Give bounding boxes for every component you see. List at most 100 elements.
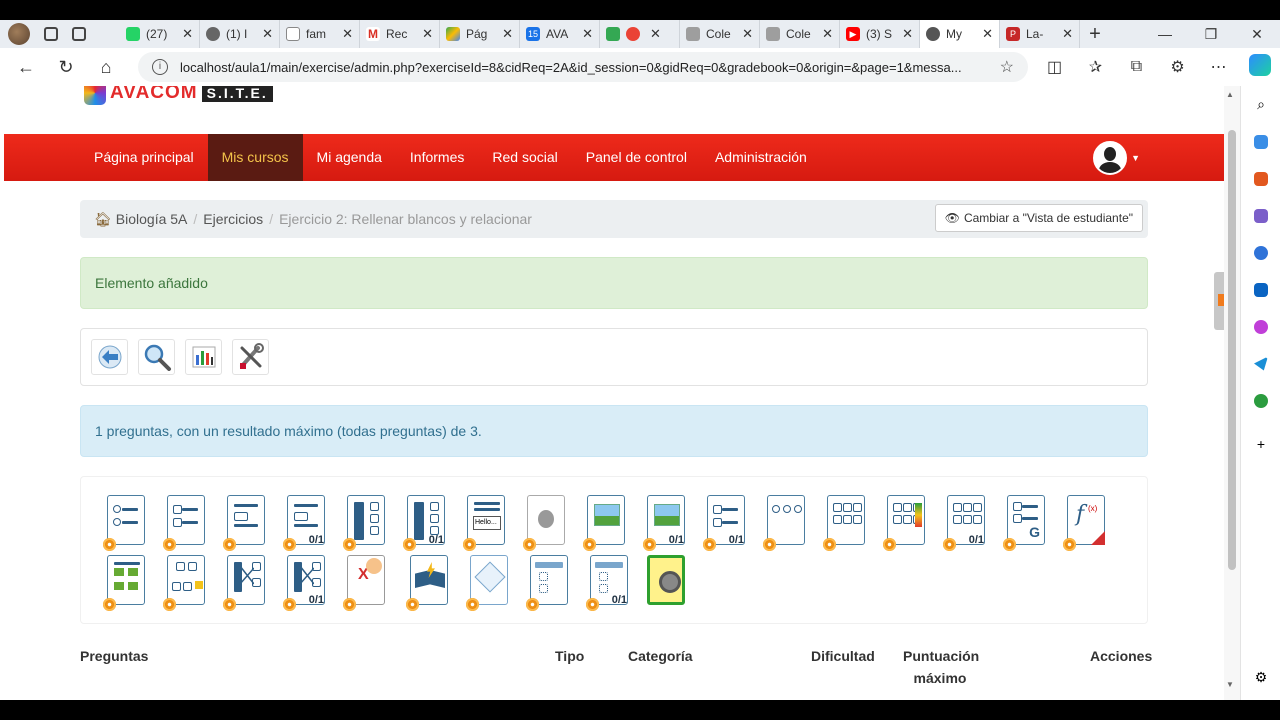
unique-answer-no-option-icon[interactable] [763, 495, 807, 551]
settings-button[interactable] [232, 339, 269, 375]
browser-tab[interactable]: M Rec ✕ [360, 20, 440, 48]
site-logo[interactable]: AVACOM S.I.T.E. [84, 86, 273, 106]
close-icon[interactable]: ✕ [342, 26, 353, 42]
close-icon[interactable]: ✕ [502, 26, 513, 42]
browser-tab[interactable]: ✕ [600, 20, 680, 48]
close-icon[interactable]: ✕ [182, 26, 193, 42]
unique-answer-icon[interactable] [103, 495, 147, 551]
fill-blanks-icon[interactable] [223, 495, 267, 551]
exact-answer-icon[interactable]: 0/1 [703, 495, 747, 551]
browser-tab[interactable]: fam ✕ [280, 20, 360, 48]
upload-answer-icon[interactable] [466, 555, 510, 611]
ordering-icon[interactable] [103, 555, 147, 611]
oral-expression-icon[interactable] [523, 495, 567, 551]
shopping-tag-icon[interactable] [1241, 123, 1280, 160]
copilot-app-icon[interactable] [1241, 234, 1280, 271]
nav-item-agenda[interactable]: Mi agenda [303, 134, 396, 181]
browser-tab[interactable]: (27) ✕ [120, 20, 200, 48]
home-icon[interactable]: 🏠︎ [94, 211, 112, 228]
annotation-icon[interactable]: X [343, 555, 387, 611]
nav-item-home[interactable]: Página principal [80, 134, 208, 181]
close-window-icon[interactable]: ✕ [1234, 20, 1280, 48]
url-field[interactable]: i localhost/aula1/main/exercise/admin.ph… [138, 52, 1028, 82]
profile-avatar[interactable] [8, 23, 30, 45]
global-multiple-answer-icon[interactable]: G [1003, 495, 1047, 551]
calculated-answer-icon[interactable]: f (x) [1063, 495, 1107, 551]
split-screen-icon[interactable]: ◫ [1034, 57, 1075, 77]
degree-certainty-icon[interactable] [883, 495, 927, 551]
browser-tab[interactable]: ▶ (3) S ✕ [840, 20, 920, 48]
close-icon[interactable]: ✕ [902, 26, 913, 42]
side-tab-handle[interactable] [1214, 272, 1224, 330]
toolbox-icon[interactable] [1241, 160, 1280, 197]
more-menu-icon[interactable]: ⋯ [1198, 57, 1239, 77]
back-button[interactable] [91, 339, 128, 375]
user-avatar-icon[interactable] [1093, 141, 1128, 175]
image-zones-score-icon[interactable]: 0/1 [643, 495, 687, 551]
multiple-true-false-icon[interactable] [823, 495, 867, 551]
new-tab-icon[interactable]: + [1080, 23, 1110, 46]
matching-score-icon[interactable]: 0/1 [403, 495, 447, 551]
fill-blanks-score-icon[interactable]: 0/1 [283, 495, 327, 551]
scrollbar-thumb[interactable] [1228, 130, 1236, 570]
close-icon[interactable]: ✕ [982, 26, 993, 42]
nav-item-my-courses[interactable]: Mis cursos [207, 134, 303, 181]
matching-draggable-icon[interactable] [223, 555, 267, 611]
student-view-button[interactable]: 👁︎ Cambiar a "Vista de estudiante" [934, 204, 1143, 232]
scroll-down-icon[interactable]: ▼ [1226, 680, 1234, 689]
multiple-answer-dropdown-score-icon[interactable]: 0/1 [586, 555, 630, 611]
reading-comprehension-icon[interactable] [406, 555, 450, 611]
browser-tab[interactable]: Pág ✕ [440, 20, 520, 48]
matching-draggable-score-icon[interactable]: 0/1 [283, 555, 327, 611]
collections-icon[interactable]: ⧉ [1116, 58, 1157, 76]
nav-item-control-panel[interactable]: Panel de control [572, 134, 701, 181]
browser-tab-active[interactable]: My ✕ [920, 20, 1000, 48]
nav-item-administration[interactable]: Administración [701, 134, 821, 181]
results-button[interactable] [185, 339, 222, 375]
close-icon[interactable]: ✕ [742, 26, 753, 42]
close-icon[interactable]: ✕ [1062, 26, 1073, 42]
browser-tab[interactable]: Cole ✕ [680, 20, 760, 48]
back-arrow-icon[interactable]: ← [6, 57, 46, 78]
add-icon[interactable]: + [1241, 425, 1280, 462]
close-icon[interactable]: ✕ [822, 26, 833, 42]
browser-tab[interactable]: Cole ✕ [760, 20, 840, 48]
close-icon[interactable]: ✕ [262, 26, 273, 42]
tab-actions-icon[interactable] [72, 27, 86, 41]
image-zones-icon[interactable] [583, 495, 627, 551]
close-icon[interactable]: ✕ [650, 26, 661, 42]
user-menu[interactable]: ▼ [1093, 141, 1140, 175]
nav-item-reports[interactable]: Informes [396, 134, 478, 181]
close-icon[interactable]: ✕ [582, 26, 593, 42]
outlook-icon[interactable] [1241, 271, 1280, 308]
copilot-icon[interactable] [1239, 53, 1280, 81]
restore-icon[interactable]: ❐ [1188, 20, 1234, 48]
browser-tab[interactable]: 15 AVA ✕ [520, 20, 600, 48]
search-icon[interactable]: ⌕ [1241, 86, 1280, 123]
favorites-icon[interactable]: ✰ [1075, 57, 1116, 77]
multiple-answer-icon[interactable] [163, 495, 207, 551]
games-icon[interactable] [1241, 197, 1280, 234]
breadcrumb-exercises[interactable]: Ejercicios [203, 211, 263, 227]
home-icon[interactable]: ⌂ [86, 57, 126, 78]
breadcrumb-course[interactable]: Biología 5A [116, 211, 188, 227]
scroll-up-icon[interactable]: ▲ [1226, 90, 1234, 99]
workspaces-icon[interactable] [44, 27, 58, 41]
nav-item-social[interactable]: Red social [478, 134, 571, 181]
designer-icon[interactable] [1241, 308, 1280, 345]
combination-true-false-icon[interactable]: 0/1 [943, 495, 987, 551]
multiple-answer-dropdown-icon[interactable] [526, 555, 570, 611]
chevron-down-icon[interactable]: ▼ [1131, 153, 1140, 163]
settings-gear-icon[interactable]: ⚙ [1241, 659, 1280, 696]
open-question-icon[interactable]: Hello... [463, 495, 507, 551]
matching-icon[interactable] [343, 495, 387, 551]
close-icon[interactable]: ✕ [422, 26, 433, 42]
reload-icon[interactable]: ↻ [46, 57, 86, 78]
info-icon[interactable]: i [152, 59, 168, 75]
tree-icon[interactable] [1241, 382, 1280, 419]
minimize-icon[interactable]: — [1142, 20, 1188, 48]
browser-tab[interactable]: (1) I ✕ [200, 20, 280, 48]
send-icon[interactable] [1241, 345, 1280, 382]
preview-button[interactable] [138, 339, 175, 375]
drag-drop-icon[interactable] [163, 555, 207, 611]
